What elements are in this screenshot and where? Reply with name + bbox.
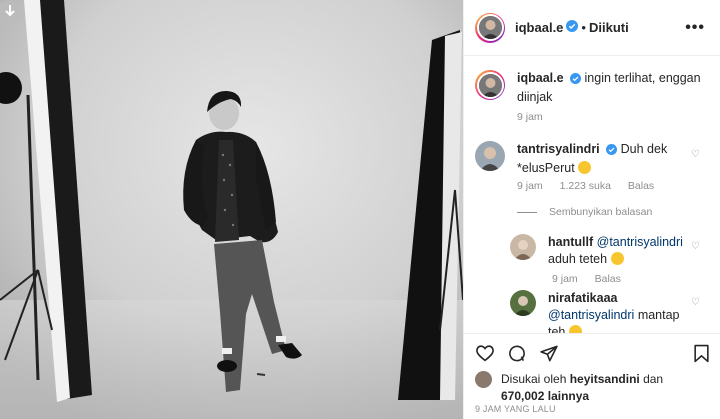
post-side-panel: iqbaal.e • Diikuti ••• iqbaal.e ingin te [463, 0, 720, 419]
comments-list[interactable]: iqbaal.e ingin terlihat, enggan diinjak … [464, 57, 720, 334]
follow-status-button[interactable]: Diikuti [589, 20, 629, 35]
comment-heart-icon[interactable]: ♡ [691, 149, 700, 160]
share-icon[interactable] [539, 344, 559, 363]
hide-replies-button[interactable]: Sembunyikan balasan [517, 206, 666, 218]
reply-button[interactable]: Balas [628, 180, 654, 192]
liker-username[interactable]: heyitsandini [570, 372, 640, 386]
comment: tantrisyalindri Duh dek *elusPerut [475, 141, 687, 177]
reply-text: nirafatikaaa @tantrisyalindri mantap teh [548, 290, 688, 333]
emoji-icon [578, 161, 592, 174]
photo-image [0, 0, 463, 419]
post-photo[interactable] [0, 0, 463, 419]
heart-icon[interactable] [475, 344, 495, 362]
verified-icon [570, 72, 582, 89]
reply-button[interactable]: Balas [595, 273, 621, 285]
post-header: iqbaal.e • Diikuti ••• [464, 0, 720, 56]
likes-text: Disukai oleh heyitsandini dan 670,002 la… [501, 371, 663, 405]
likes-summary: Disukai oleh heyitsandini dan 670,002 la… [475, 371, 663, 405]
commenter-username[interactable]: tantrisyalindri [517, 142, 600, 156]
reply-meta: 9 jam Balas [552, 273, 635, 285]
emoji-icon [610, 252, 624, 265]
replier-username[interactable]: hantullf [548, 235, 593, 249]
comment-likes[interactable]: 1.223 suka [560, 180, 611, 192]
caption-text: iqbaal.e ingin terlihat, enggan diinjak [517, 70, 707, 106]
action-bar [464, 336, 720, 370]
caption-avatar[interactable] [475, 70, 505, 100]
author-avatar[interactable] [475, 12, 505, 43]
reply-heart-icon[interactable]: ♡ [691, 297, 700, 308]
likes-connector: dan [643, 372, 664, 386]
likes-count[interactable]: 670,002 [501, 389, 544, 403]
caption-time[interactable]: 9 jam [517, 111, 543, 123]
caption: iqbaal.e ingin terlihat, enggan diinjak [475, 70, 707, 106]
reply-mention[interactable]: @tantrisyalindri [597, 235, 683, 249]
post-view: iqbaal.e • Diikuti ••• iqbaal.e ingin te [0, 0, 720, 419]
avatar-image [476, 14, 504, 41]
reply: nirafatikaaa @tantrisyalindri mantap teh [510, 290, 688, 333]
reply-text: hantullf @tantrisyalindri aduh teteh [548, 234, 688, 268]
replier-username[interactable]: nirafatikaaa [548, 291, 617, 305]
comment-text: tantrisyalindri Duh dek *elusPerut [517, 141, 687, 177]
liker-avatar[interactable] [475, 371, 492, 388]
replier-avatar[interactable] [510, 290, 536, 316]
bookmark-icon[interactable] [693, 344, 710, 363]
commenter-avatar[interactable] [475, 141, 505, 171]
reply-mention[interactable]: @tantrisyalindri [548, 308, 634, 322]
comment-time[interactable]: 9 jam [517, 180, 543, 192]
divider-line [517, 211, 537, 213]
verified-icon [606, 143, 618, 160]
caption-username[interactable]: iqbaal.e [517, 71, 564, 85]
comment-icon[interactable] [507, 344, 527, 363]
more-icon[interactable]: ••• [685, 19, 705, 37]
hide-replies-label: Sembunyikan balasan [549, 206, 653, 218]
comment-meta: 9 jam 1.223 suka Balas [517, 180, 668, 192]
header-separator: • [581, 20, 586, 35]
replier-avatar[interactable] [510, 234, 536, 260]
verified-icon [566, 19, 579, 37]
caption-meta: 9 jam [517, 111, 557, 123]
reply: hantullf @tantrisyalindri aduh teteh [510, 234, 688, 268]
author-username[interactable]: iqbaal.e [515, 20, 563, 35]
reply-body: aduh teteh [548, 252, 608, 266]
likes-suffix[interactable]: lainnya [548, 389, 589, 403]
reply-heart-icon[interactable]: ♡ [691, 241, 700, 252]
likes-prefix: Disukai oleh [501, 372, 567, 386]
emoji-icon [568, 325, 582, 333]
reply-time[interactable]: 9 jam [552, 273, 578, 285]
post-timestamp[interactable]: 9 JAM YANG LALU [475, 404, 556, 414]
